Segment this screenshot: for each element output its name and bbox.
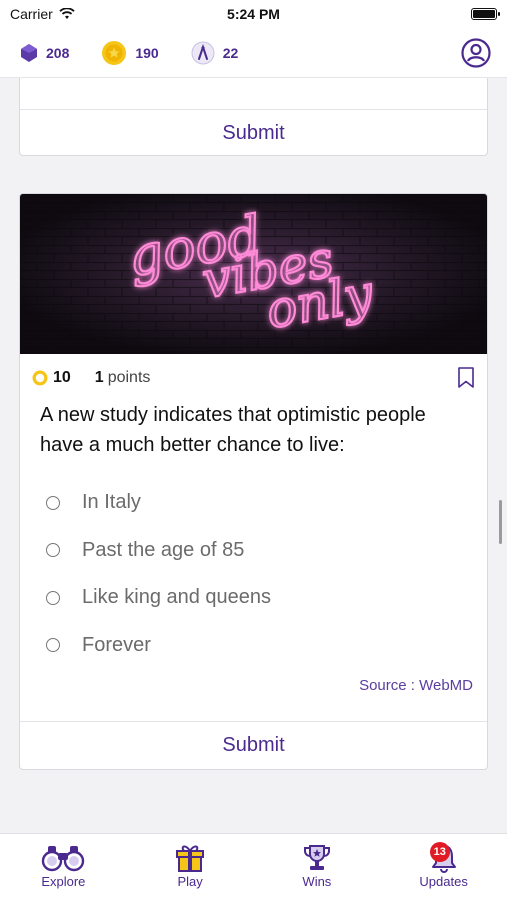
radio-button[interactable] xyxy=(46,543,60,558)
carrier-info: Carrier xyxy=(10,6,75,22)
answer-option[interactable]: In Italy xyxy=(46,479,467,527)
answer-options: In Italy Past the age of 85 Like king an… xyxy=(46,479,467,669)
radio-button[interactable] xyxy=(46,495,60,510)
gift-icon xyxy=(176,845,205,872)
carrier-label: Carrier xyxy=(10,6,53,22)
tab-label: Updates xyxy=(419,874,468,889)
battery-icon xyxy=(471,8,500,20)
bottom-tab-bar: Explore Play Wins 13 Updates xyxy=(0,833,507,900)
binoculars-icon xyxy=(42,846,85,872)
answer-option[interactable]: Like king and queens xyxy=(46,574,467,622)
source-link[interactable]: Source : WebMD xyxy=(359,677,473,694)
previous-quiz-card: Submit xyxy=(19,78,488,156)
tokens-stat[interactable]: 22 xyxy=(191,41,239,65)
compass-token-icon xyxy=(191,41,215,64)
status-bar: Carrier 5:24 PM xyxy=(0,0,507,28)
points-value: 1 xyxy=(94,369,104,386)
answer-option-label: Forever xyxy=(82,633,151,656)
coin-icon xyxy=(102,40,127,65)
points-label: points xyxy=(107,369,151,386)
tab-updates[interactable]: 13 Updates xyxy=(380,834,507,900)
trophy-icon xyxy=(303,845,330,870)
tab-label: Wins xyxy=(302,874,332,889)
answer-option-label: Like king and queens xyxy=(82,586,272,609)
submit-button[interactable]: Submit xyxy=(20,721,487,769)
quiz-card: good vibes only 10 1 points A new study … xyxy=(19,193,488,770)
answer-option-label: Past the age of 85 xyxy=(82,538,245,561)
tab-label: Play xyxy=(177,874,203,889)
gems-count: 208 xyxy=(46,44,70,61)
tab-play[interactable]: Play xyxy=(127,834,254,900)
coins-stat[interactable]: 190 xyxy=(101,40,159,66)
gem-icon xyxy=(21,43,37,62)
answer-option-label: In Italy xyxy=(82,491,141,514)
radio-button[interactable] xyxy=(46,638,60,653)
tab-label: Explore xyxy=(41,874,86,889)
gems-stat[interactable]: 208 xyxy=(20,43,69,63)
submit-button-previous[interactable]: Submit xyxy=(20,109,487,157)
coins-count: 190 xyxy=(135,44,159,61)
coin-reward-icon xyxy=(32,370,48,386)
quiz-meta: 10 1 points xyxy=(32,367,475,389)
feed-scroll-area[interactable]: Submit good vibes only 10 1 points A new… xyxy=(0,78,507,833)
coin-reward: 10 xyxy=(53,369,71,386)
answer-option[interactable]: Past the age of 85 xyxy=(46,527,467,575)
wifi-icon xyxy=(59,8,75,19)
notification-badge: 13 xyxy=(429,842,450,862)
clock: 5:24 PM xyxy=(227,6,280,22)
profile-icon[interactable] xyxy=(461,38,491,68)
quiz-banner-image: good vibes only xyxy=(20,194,487,354)
tab-wins[interactable]: Wins xyxy=(254,834,381,900)
radio-button[interactable] xyxy=(46,590,60,605)
bookmark-icon[interactable] xyxy=(457,367,475,389)
stats-bar: 208 190 22 xyxy=(0,28,507,78)
scrollbar[interactable] xyxy=(499,500,502,544)
tab-explore[interactable]: Explore xyxy=(0,834,127,900)
tokens-count: 22 xyxy=(222,44,239,61)
quiz-question: A new study indicates that optimistic pe… xyxy=(40,404,426,456)
answer-option[interactable]: Forever xyxy=(46,622,467,670)
